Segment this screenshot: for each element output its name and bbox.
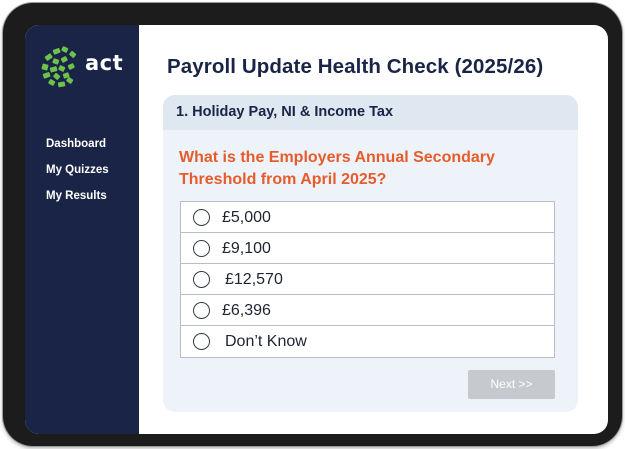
question-text: What is the Employers Annual Secondary T… — [179, 149, 495, 188]
answer-option-label: £5,000 — [222, 209, 271, 226]
answer-option[interactable]: £9,100 — [181, 233, 554, 264]
act-logo[interactable]: act — [39, 45, 129, 89]
sidebar: act Dashboard My Quizzes My Results — [25, 25, 139, 434]
page-title: Payroll Update Health Check (2025/26) — [167, 55, 544, 78]
answer-option-label: Don’t Know — [225, 333, 307, 350]
answer-options: £5,000 £9,100 £12,570 £6,396 Don’t Know — [180, 201, 555, 358]
answer-option[interactable]: Don’t Know — [181, 326, 554, 357]
answer-option-label: £12,570 — [225, 271, 283, 288]
question-card: 1. Holiday Pay, NI & Income Tax What is … — [163, 95, 578, 412]
sidebar-item-my-quizzes[interactable]: My Quizzes — [25, 157, 139, 183]
radio-button[interactable] — [193, 333, 210, 350]
logo-mark-icon — [41, 46, 77, 88]
sidebar-nav: Dashboard My Quizzes My Results — [25, 131, 139, 209]
answer-option[interactable]: £12,570 — [181, 264, 554, 295]
answer-option-label: £9,100 — [222, 240, 271, 257]
section-header: 1. Holiday Pay, NI & Income Tax — [163, 95, 578, 130]
radio-button[interactable] — [193, 209, 210, 226]
radio-button[interactable] — [193, 302, 210, 319]
main-content: Payroll Update Health Check (2025/26) 1.… — [139, 25, 608, 434]
sidebar-item-my-results[interactable]: My Results — [25, 183, 139, 209]
next-button[interactable]: Next >> — [468, 370, 555, 399]
app-screen: act Dashboard My Quizzes My Results Payr… — [25, 25, 608, 434]
radio-button[interactable] — [193, 271, 210, 288]
answer-option-label: £6,396 — [222, 302, 271, 319]
radio-button[interactable] — [193, 240, 210, 257]
answer-option[interactable]: £6,396 — [181, 295, 554, 326]
sidebar-item-dashboard[interactable]: Dashboard — [25, 131, 139, 157]
answer-option[interactable]: £5,000 — [181, 202, 554, 233]
brand-name: act — [85, 51, 124, 75]
tablet-frame: act Dashboard My Quizzes My Results Payr… — [3, 3, 622, 446]
